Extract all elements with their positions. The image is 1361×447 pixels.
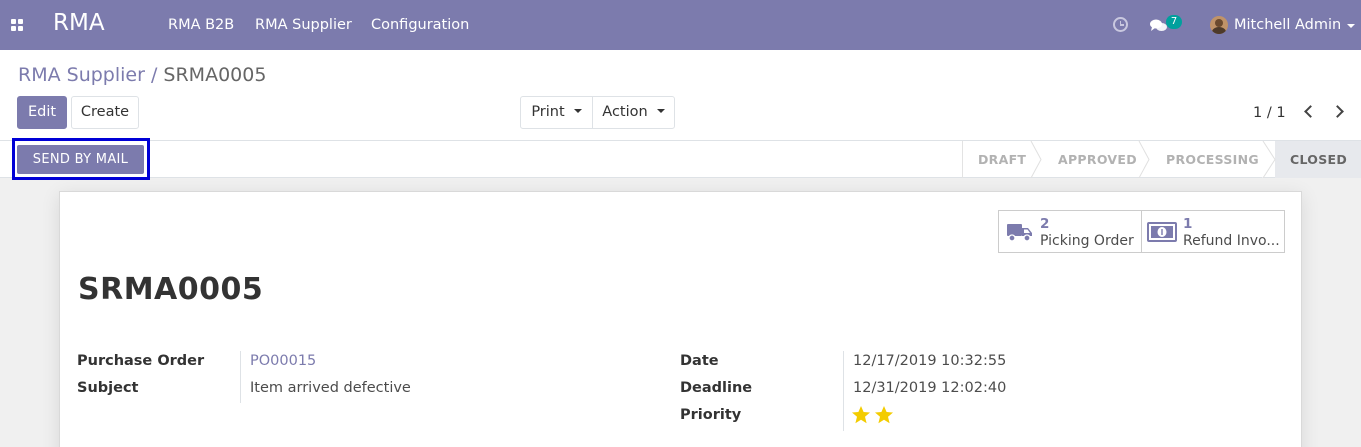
record-name: SRMA0005 (78, 272, 264, 307)
stage-divider (962, 141, 963, 178)
refund-invoice-smart-button[interactable]: 1 Refund Invo... (1141, 210, 1285, 253)
stage-arrow (1262, 141, 1276, 178)
deadline-value: 12/31/2019 12:02:40 (853, 380, 1007, 396)
action-dropdown[interactable]: Action (592, 96, 675, 129)
truck-icon (1007, 224, 1032, 242)
chevron-down-icon (656, 109, 665, 113)
field-divider (843, 351, 844, 431)
field-divider (240, 351, 241, 403)
messages-count-badge: 7 (1166, 15, 1182, 29)
pager-value[interactable]: 1 / 1 (1253, 105, 1286, 121)
highlight-box (12, 138, 150, 180)
user-menu-name[interactable]: Mitchell Admin (1234, 17, 1341, 33)
control-panel: RMA Supplier / SRMA0005 Edit Create Prin… (0, 50, 1361, 141)
stage-arrow (1138, 141, 1150, 178)
menu-rma-supplier[interactable]: RMA Supplier (255, 17, 352, 33)
apps-menu-icon[interactable] (11, 19, 24, 32)
date-label: Date (680, 353, 719, 369)
user-avatar[interactable] (1210, 16, 1228, 34)
stage-processing[interactable]: PROCESSING (1166, 152, 1259, 167)
deadline-label: Deadline (680, 380, 753, 396)
stage-arrow (1030, 141, 1042, 178)
breadcrumb-parent[interactable]: RMA Supplier (18, 64, 145, 86)
refund-invoice-label: Refund Invo... (1183, 233, 1280, 249)
picking-order-count: 2 (1040, 216, 1050, 232)
print-dropdown[interactable]: Print (520, 96, 593, 129)
menu-rma-b2b[interactable]: RMA B2B (168, 17, 234, 33)
edit-button[interactable]: Edit (17, 96, 67, 129)
purchase-order-label: Purchase Order (77, 353, 205, 369)
priority-label: Priority (680, 407, 742, 423)
menu-configuration[interactable]: Configuration (371, 17, 469, 33)
next-record-icon[interactable] (1331, 105, 1344, 118)
refund-invoice-count: 1 (1183, 216, 1193, 232)
subject-label: Subject (77, 380, 139, 396)
chat-icon[interactable] (1150, 19, 1167, 33)
stage-draft[interactable]: DRAFT (978, 152, 1026, 167)
breadcrumb-separator: / (150, 64, 158, 86)
app-brand[interactable]: RMA (53, 10, 105, 36)
statusbar (0, 141, 1361, 178)
star-icon[interactable] (874, 405, 894, 425)
stage-closed[interactable]: CLOSED (1290, 152, 1347, 167)
chevron-down-icon (573, 109, 582, 113)
subject-value: Item arrived defective (250, 380, 411, 396)
activity-clock-icon[interactable] (1113, 17, 1128, 32)
stage-approved[interactable]: APPROVED (1058, 152, 1137, 167)
picking-order-smart-button[interactable]: 2 Picking Order (998, 210, 1142, 253)
date-value: 12/17/2019 10:32:55 (853, 353, 1007, 369)
top-navbar: RMA RMA B2B RMA Supplier Configuration 7… (0, 0, 1361, 50)
breadcrumb: RMA Supplier / SRMA0005 (18, 64, 266, 86)
create-button[interactable]: Create (71, 96, 139, 129)
picking-order-label: Picking Order (1040, 233, 1134, 249)
previous-record-icon[interactable] (1304, 105, 1317, 118)
purchase-order-link[interactable]: PO00015 (250, 353, 316, 369)
print-label: Print (531, 104, 565, 120)
action-label: Action (602, 104, 648, 120)
star-icon[interactable] (851, 405, 871, 425)
chevron-down-icon[interactable] (1347, 24, 1355, 28)
money-icon (1147, 222, 1177, 242)
breadcrumb-current: SRMA0005 (163, 64, 267, 86)
